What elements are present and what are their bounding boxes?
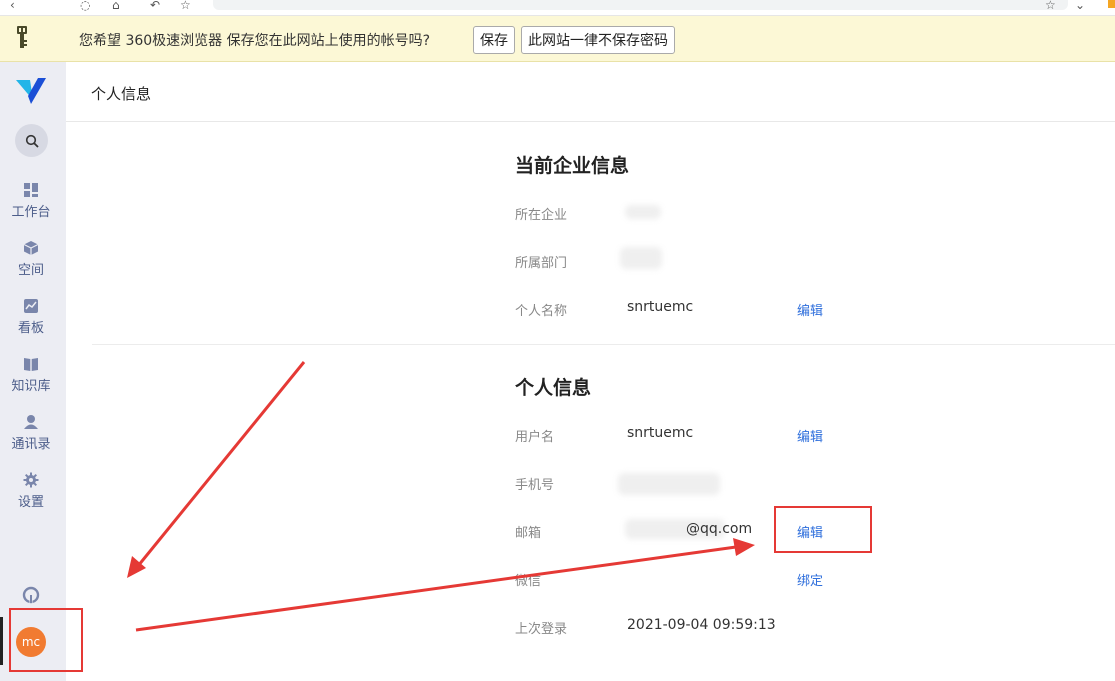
sidebar-item-settings[interactable]: 设置 (0, 472, 62, 510)
company-info-title: 当前企业信息 (515, 155, 630, 177)
personal-info-title: 个人信息 (515, 377, 592, 399)
sidebar-item-label: 设置 (17, 495, 44, 510)
page-title: 个人信息 (91, 85, 152, 103)
redacted-department-value (620, 247, 662, 269)
support-icon[interactable] (21, 585, 41, 605)
sidebar-item-board[interactable]: 看板 (0, 298, 62, 336)
search-icon (25, 134, 39, 148)
sidebar-item-label: 看板 (17, 321, 44, 336)
email-domain-value: @qq.com (686, 521, 753, 537)
email-label: 邮箱 (515, 526, 542, 541)
book-icon (24, 358, 38, 371)
company-field-label: 所在企业 (515, 208, 568, 223)
search-button[interactable] (15, 124, 48, 157)
app-window: ‹ ◌ ⌂ ↶ ☆ ☆ ⌄ 您希望 360极速浏览器 保存您在此网站上使用的帐号… (0, 0, 1115, 681)
contacts-icon (24, 415, 38, 429)
last-login-value: 2021-09-04 09:59:13 (627, 617, 776, 633)
cube-icon (23, 241, 39, 255)
browser-toolbar: ‹ ◌ ⌂ ↶ ☆ ☆ ⌄ (0, 0, 1115, 16)
active-indicator (0, 617, 3, 665)
redacted-company-value (625, 205, 661, 219)
sidebar: 工作台 空间 看板 知识库 通讯录 设置 mc (0, 62, 66, 681)
personal-name-label: 个人名称 (515, 304, 568, 319)
never-save-password-button[interactable]: 此网站一律不保存密码 (521, 26, 675, 54)
page-header: 个人信息 (66, 62, 1115, 122)
department-field-label: 所属部门 (515, 256, 568, 271)
save-password-button[interactable]: 保存 (473, 26, 515, 54)
favorite-icon[interactable]: ☆ (1045, 0, 1056, 11)
phone-label: 手机号 (515, 478, 555, 493)
sidebar-item-label: 知识库 (11, 379, 51, 394)
annotation-arrow-down-left (127, 361, 306, 578)
edit-personal-name-link[interactable]: 编辑 (797, 300, 823, 319)
app-logo-icon[interactable] (14, 76, 48, 108)
wechat-label: 微信 (515, 574, 542, 589)
sidebar-item-workbench[interactable]: 工作台 (0, 182, 62, 220)
last-login-label: 上次登录 (515, 622, 568, 637)
back-icon[interactable]: ‹ (10, 0, 15, 11)
personal-name-value: snrtuemc (627, 299, 694, 315)
chart-board-icon (24, 299, 38, 313)
sidebar-item-contacts[interactable]: 通讯录 (0, 414, 62, 452)
extension-icon[interactable] (1108, 0, 1115, 8)
section-divider (92, 344, 1115, 345)
annotation-box-edit-email (774, 506, 872, 553)
annotation-box-avatar (9, 608, 83, 672)
password-save-bar: 您希望 360极速浏览器 保存您在此网站上使用的帐号吗? 保存 此网站一律不保存… (0, 16, 1115, 62)
bookmark-star-icon[interactable]: ☆ (180, 0, 191, 11)
dashboard-icon (24, 183, 38, 197)
gear-icon (23, 472, 39, 488)
sidebar-item-label: 空间 (17, 263, 44, 278)
sidebar-item-knowledge[interactable]: 知识库 (0, 356, 62, 394)
edit-username-link[interactable]: 编辑 (797, 426, 823, 445)
sidebar-item-label: 工作台 (11, 205, 51, 220)
sidebar-item-label: 通讯录 (11, 437, 51, 452)
key-icon (17, 26, 27, 48)
reload-icon[interactable]: ◌ (80, 0, 90, 11)
username-value: snrtuemc (627, 425, 694, 441)
dropdown-icon[interactable]: ⌄ (1075, 0, 1085, 11)
password-save-message: 您希望 360极速浏览器 保存您在此网站上使用的帐号吗? (79, 33, 431, 49)
username-label: 用户名 (515, 430, 555, 445)
undo-icon[interactable]: ↶ (150, 0, 160, 11)
bind-wechat-link[interactable]: 绑定 (797, 570, 823, 589)
address-bar[interactable] (213, 0, 1068, 10)
redacted-phone-value (618, 473, 720, 495)
sidebar-item-space[interactable]: 空间 (0, 240, 62, 278)
home-icon[interactable]: ⌂ (112, 0, 120, 11)
